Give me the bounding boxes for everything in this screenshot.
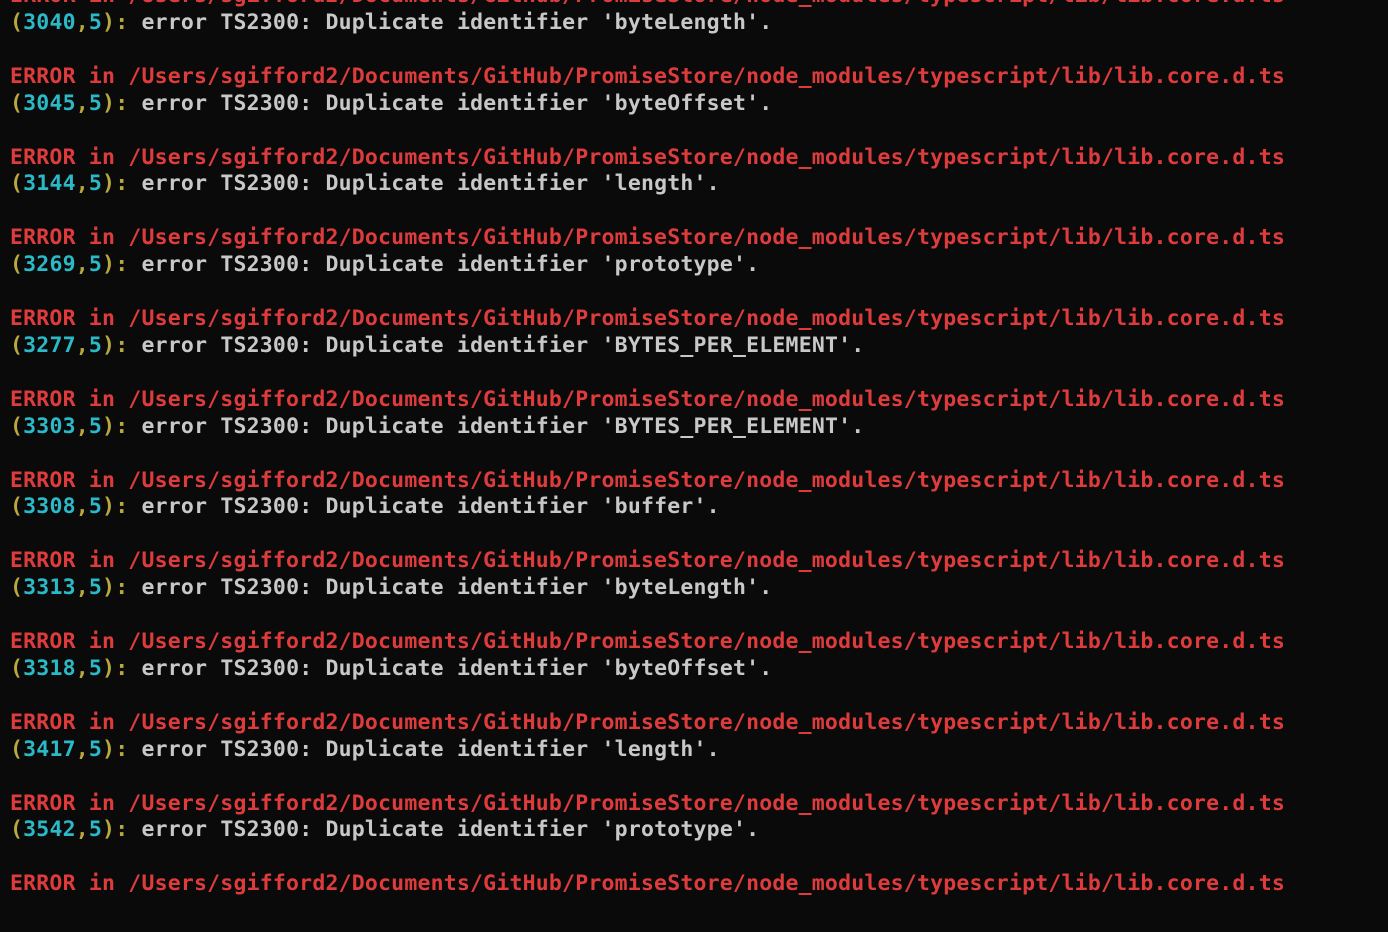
error-header: ERROR in /Users/sgifford2/Documents/GitH… (10, 791, 1285, 816)
paren-close: ): (102, 171, 128, 196)
column-number: 5 (89, 414, 102, 439)
error-entry: ERROR in /Users/sgifford2/Documents/GitH… (10, 629, 1378, 683)
comma: , (76, 656, 89, 681)
line-number: 3417 (23, 737, 76, 762)
error-header: ERROR in /Users/sgifford2/Documents/GitH… (10, 468, 1285, 493)
error-header: ERROR in /Users/sgifford2/Documents/GitH… (10, 306, 1285, 331)
error-entry-partial: ERROR in /Users/sgifford2/Documents/GitH… (10, 871, 1378, 898)
column-number: 5 (89, 333, 102, 358)
paren-close: ): (102, 414, 128, 439)
comma: , (76, 252, 89, 277)
paren-open: ( (10, 252, 23, 277)
comma: , (76, 91, 89, 116)
column-number: 5 (89, 817, 102, 842)
column-number: 5 (89, 737, 102, 762)
comma: , (76, 494, 89, 519)
paren-open: ( (10, 414, 23, 439)
line-number: 3277 (23, 333, 76, 358)
line-number: 3144 (23, 171, 76, 196)
error-entry: ERROR in /Users/sgifford2/Documents/GitH… (10, 0, 1378, 37)
paren-open: ( (10, 10, 23, 35)
error-header: ERROR in /Users/sgifford2/Documents/GitH… (10, 0, 1285, 8)
column-number: 5 (89, 10, 102, 35)
paren-close: ): (102, 737, 128, 762)
comma: , (76, 575, 89, 600)
error-message: error TS2300: Duplicate identifier 'BYTE… (128, 414, 864, 439)
comma: , (76, 737, 89, 762)
column-number: 5 (89, 171, 102, 196)
paren-close: ): (102, 91, 128, 116)
error-message: error TS2300: Duplicate identifier 'buff… (128, 494, 719, 519)
paren-close: ): (102, 494, 128, 519)
paren-open: ( (10, 171, 23, 196)
error-message: error TS2300: Duplicate identifier 'BYTE… (128, 333, 864, 358)
line-number: 3303 (23, 414, 76, 439)
error-message: error TS2300: Duplicate identifier 'byte… (128, 10, 772, 35)
error-entry: ERROR in /Users/sgifford2/Documents/GitH… (10, 387, 1378, 441)
column-number: 5 (89, 91, 102, 116)
error-header: ERROR in /Users/sgifford2/Documents/GitH… (10, 548, 1285, 573)
comma: , (76, 171, 89, 196)
error-entry: ERROR in /Users/sgifford2/Documents/GitH… (10, 548, 1378, 602)
error-entry: ERROR in /Users/sgifford2/Documents/GitH… (10, 791, 1378, 845)
error-message: error TS2300: Duplicate identifier 'byte… (128, 575, 772, 600)
error-header: ERROR in /Users/sgifford2/Documents/GitH… (10, 64, 1285, 89)
error-message: error TS2300: Duplicate identifier 'prot… (128, 817, 759, 842)
paren-close: ): (102, 817, 128, 842)
paren-open: ( (10, 333, 23, 358)
paren-close: ): (102, 656, 128, 681)
error-message: error TS2300: Duplicate identifier 'byte… (128, 91, 772, 116)
line-number: 3542 (23, 817, 76, 842)
paren-open: ( (10, 91, 23, 116)
column-number: 5 (89, 252, 102, 277)
error-entry: ERROR in /Users/sgifford2/Documents/GitH… (10, 710, 1378, 764)
error-message: error TS2300: Duplicate identifier 'prot… (128, 252, 759, 277)
error-header: ERROR in /Users/sgifford2/Documents/GitH… (10, 387, 1285, 412)
comma: , (76, 333, 89, 358)
error-entry: ERROR in /Users/sgifford2/Documents/GitH… (10, 64, 1378, 118)
error-header: ERROR in /Users/sgifford2/Documents/GitH… (10, 629, 1285, 654)
column-number: 5 (89, 656, 102, 681)
error-header: ERROR in /Users/sgifford2/Documents/GitH… (10, 710, 1285, 735)
paren-open: ( (10, 737, 23, 762)
error-message: error TS2300: Duplicate identifier 'byte… (128, 656, 772, 681)
error-message: error TS2300: Duplicate identifier 'leng… (128, 171, 719, 196)
line-number: 3045 (23, 91, 76, 116)
paren-close: ): (102, 575, 128, 600)
error-entry: ERROR in /Users/sgifford2/Documents/GitH… (10, 306, 1378, 360)
column-number: 5 (89, 575, 102, 600)
error-entry: ERROR in /Users/sgifford2/Documents/GitH… (10, 468, 1378, 522)
paren-close: ): (102, 10, 128, 35)
error-entry: ERROR in /Users/sgifford2/Documents/GitH… (10, 145, 1378, 199)
line-number: 3318 (23, 656, 76, 681)
error-message: error TS2300: Duplicate identifier 'leng… (128, 737, 719, 762)
error-header: ERROR in /Users/sgifford2/Documents/GitH… (10, 145, 1285, 170)
column-number: 5 (89, 494, 102, 519)
error-header: ERROR in /Users/sgifford2/Documents/GitH… (10, 871, 1285, 896)
error-entry: ERROR in /Users/sgifford2/Documents/GitH… (10, 225, 1378, 279)
line-number: 3313 (23, 575, 76, 600)
line-number: 3269 (23, 252, 76, 277)
paren-open: ( (10, 494, 23, 519)
comma: , (76, 817, 89, 842)
comma: , (76, 414, 89, 439)
paren-close: ): (102, 333, 128, 358)
comma: , (76, 10, 89, 35)
line-number: 3040 (23, 10, 76, 35)
line-number: 3308 (23, 494, 76, 519)
paren-close: ): (102, 252, 128, 277)
paren-open: ( (10, 656, 23, 681)
terminal-output[interactable]: ERROR in /Users/sgifford2/Documents/GitH… (10, 0, 1378, 898)
paren-open: ( (10, 817, 23, 842)
paren-open: ( (10, 575, 23, 600)
error-header: ERROR in /Users/sgifford2/Documents/GitH… (10, 225, 1285, 250)
